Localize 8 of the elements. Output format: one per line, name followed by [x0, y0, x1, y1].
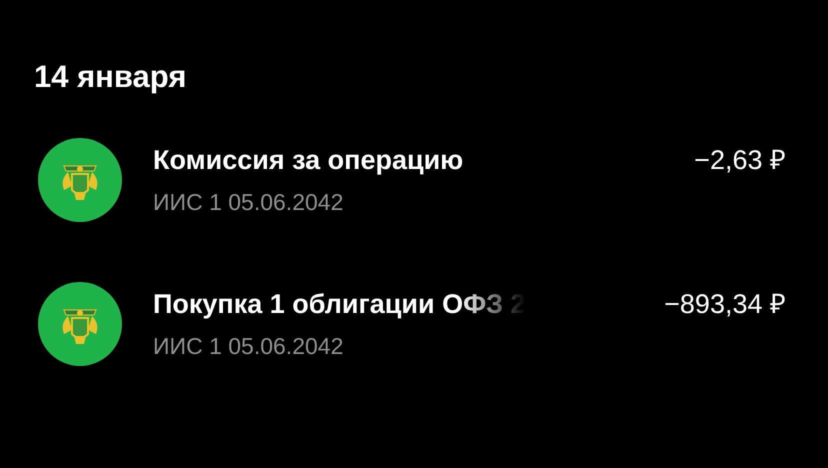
- account-label: ИИС 1 05.06.2042: [153, 332, 344, 360]
- emblem-icon: [38, 138, 122, 222]
- account-label: ИИС 1 05.06.2042: [153, 188, 344, 216]
- operation-title: Комиссия за операцию: [153, 144, 464, 176]
- operation-amount: −2,63 ₽: [694, 144, 786, 176]
- date-header: 14 января: [34, 58, 188, 96]
- emblem-icon: [38, 282, 122, 366]
- operation-amount: −893,34 ₽: [664, 288, 786, 320]
